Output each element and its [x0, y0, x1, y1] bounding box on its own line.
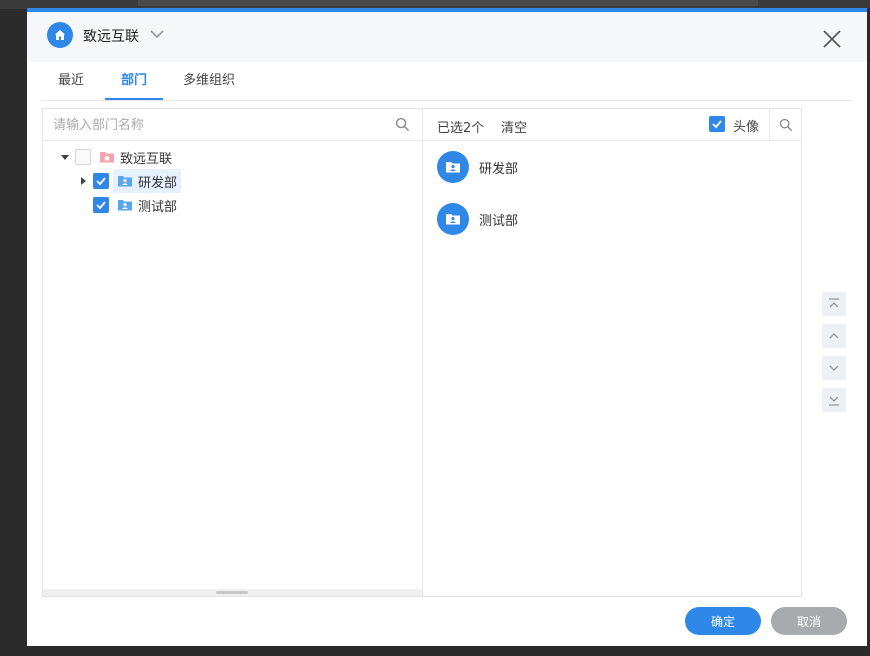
chevron-down-icon — [829, 365, 839, 371]
tree-node-test[interactable]: 测试部 — [89, 193, 177, 217]
move-bottom-icon — [829, 396, 839, 406]
move-top-icon — [829, 298, 839, 308]
close-icon[interactable] — [821, 28, 843, 50]
avatar-checkbox[interactable] — [709, 116, 725, 132]
tree-label-root: 致远互联 — [120, 151, 173, 167]
tree-label-dev: 研发部 — [138, 175, 178, 191]
tree-node-root[interactable]: 致远互联 — [59, 145, 172, 169]
tree-node-dev[interactable]: 研发部 — [77, 169, 182, 193]
search-icon[interactable] — [395, 117, 410, 132]
selected-panel-header: 已选2个 清空 头像 — [423, 109, 801, 141]
folder-user-icon — [118, 176, 132, 187]
selected-count: 已选2个 — [437, 121, 485, 136]
ok-button[interactable]: 确定 — [685, 607, 761, 635]
chevron-up-icon — [829, 333, 839, 339]
tab-recent[interactable]: 最近 — [45, 68, 97, 98]
selected-item-label: 测试部 — [479, 213, 519, 229]
folder-user-icon — [446, 214, 460, 225]
cancel-button[interactable]: 取消 — [771, 607, 847, 635]
org-title[interactable]: 致远互联 — [83, 26, 139, 46]
dept-avatar — [437, 203, 469, 235]
tree-checkbox-test[interactable] — [93, 197, 109, 213]
folder-user-icon — [118, 200, 132, 211]
search-icon — [779, 118, 793, 131]
move-up-button[interactable] — [822, 324, 846, 348]
org-selector-dialog: 致远互联 最近 部门 多维组织 致远互联 — [27, 8, 867, 646]
move-top-button[interactable] — [822, 292, 846, 316]
tree-label-test: 测试部 — [138, 199, 178, 215]
tab-department[interactable]: 部门 — [105, 68, 163, 100]
dialog-header: 致远互联 — [27, 12, 867, 62]
tree-checkbox-root[interactable] — [75, 149, 91, 165]
home-logo-icon — [47, 22, 73, 48]
selected-item-label: 研发部 — [479, 161, 519, 177]
avatar-label: 头像 — [733, 120, 760, 135]
folder-user-icon — [446, 162, 460, 173]
department-search-box — [43, 109, 422, 141]
move-bottom-button[interactable] — [822, 388, 846, 412]
caret-down-icon[interactable] — [59, 151, 71, 163]
selected-item-dev[interactable]: 研发部 — [437, 151, 518, 183]
chevron-down-icon[interactable] — [149, 26, 165, 42]
folder-home-icon — [100, 152, 114, 163]
department-search-input[interactable] — [51, 114, 385, 136]
selected-search-button[interactable] — [769, 109, 802, 140]
horizontal-scrollbar[interactable] — [43, 589, 422, 596]
background-top-highlight — [138, 0, 758, 6]
tab-bar: 最近 部门 多维组织 — [41, 68, 851, 101]
tree-checkbox-dev[interactable] — [93, 173, 109, 189]
clear-button[interactable]: 清空 — [501, 117, 527, 136]
dept-avatar — [437, 151, 469, 183]
tree-highlight-dev[interactable]: 研发部 — [113, 169, 182, 193]
selected-item-test[interactable]: 测试部 — [437, 203, 518, 235]
department-tree-panel: 致远互联 研发部 测试部 — [42, 108, 423, 597]
scrollbar-thumb[interactable] — [216, 591, 248, 594]
caret-right-icon[interactable] — [77, 175, 89, 187]
tab-multi-org[interactable]: 多维组织 — [173, 68, 245, 98]
move-down-button[interactable] — [822, 356, 846, 380]
selected-panel: 已选2个 清空 头像 研发部 测试部 — [422, 108, 802, 597]
